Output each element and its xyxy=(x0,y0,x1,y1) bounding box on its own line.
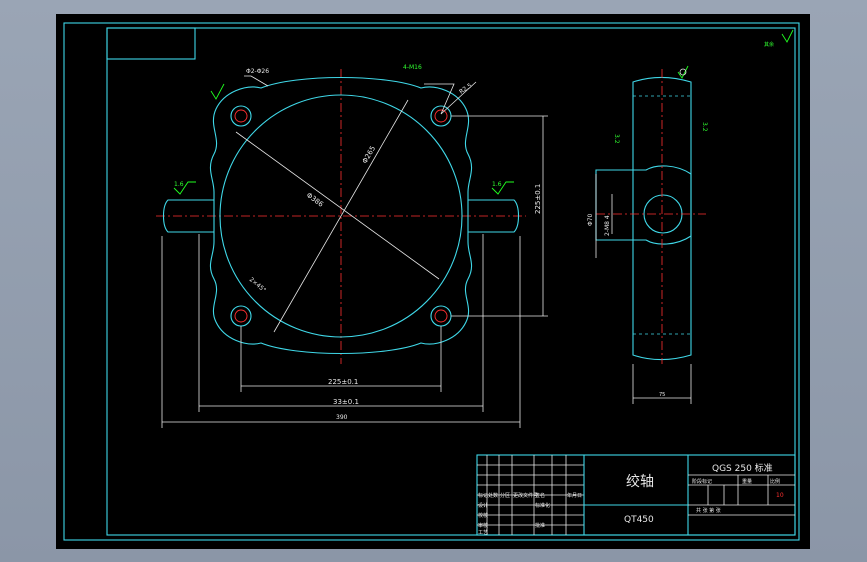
angle-label: 2×45° xyxy=(248,276,267,294)
scale-mark: 10 xyxy=(776,492,784,499)
svg-text:年月日: 年月日 xyxy=(567,492,582,499)
bore-dia-label: Φ265 xyxy=(361,145,377,165)
bolt-spacing-h-label: 225±0.1 xyxy=(328,378,358,386)
material-label: QT450 xyxy=(624,515,654,525)
svg-text:3.2: 3.2 xyxy=(613,134,620,144)
corner-box xyxy=(106,27,196,60)
svg-text:标记: 标记 xyxy=(478,492,488,499)
svg-text:共 张 第 张: 共 张 第 张 xyxy=(696,507,721,514)
outer-span-label: 33±0.1 xyxy=(333,398,359,406)
overall-width-label: 390 xyxy=(336,414,348,421)
svg-text:其余: 其余 xyxy=(764,41,774,48)
left-shaft-stub xyxy=(162,199,214,233)
chamfer-label: R2.5 xyxy=(458,82,473,96)
svg-text:重量: 重量 xyxy=(742,478,752,485)
svg-text:处数: 处数 xyxy=(488,492,498,499)
bolt-circle-label: Φ386 xyxy=(305,191,325,209)
svg-text:批准: 批准 xyxy=(535,522,545,529)
top-mark-label: 4-M16 xyxy=(403,64,422,71)
shaft-dia-label: Φ70 xyxy=(587,213,594,226)
part-name: 绞轴 xyxy=(626,473,654,490)
svg-text:审核: 审核 xyxy=(478,522,488,529)
hole-depth-label: 2-M8 4 xyxy=(604,215,611,236)
front-view: Φ386 Φ265 225±0.1 33±0.1 390 225±0.1 Φ2-… xyxy=(156,29,794,428)
svg-text:1.6: 1.6 xyxy=(174,181,184,188)
bolt-spacing-v-label: 225±0.1 xyxy=(534,184,542,214)
title-block: 标记 处数 分区 更改文件号 签名 年月日 设计 校核 审核 工艺 标准化 批准… xyxy=(476,454,796,536)
svg-text:比例: 比例 xyxy=(770,478,780,485)
svg-text:工艺: 工艺 xyxy=(478,530,488,536)
side-view: Φ70 2-M8 4 75 3.2 3.2 xyxy=(587,65,708,404)
corner-mark-label: Φ2-Φ26 xyxy=(246,68,269,75)
svg-text:3.2: 3.2 xyxy=(701,122,708,132)
svg-text:签名: 签名 xyxy=(535,492,545,499)
inner-frame xyxy=(106,27,796,536)
roughness-symbols: 1.6 1.6 其余 xyxy=(173,29,794,195)
standard-title: QGS 250 标准 xyxy=(712,462,773,474)
side-thk-label: 75 xyxy=(659,392,665,398)
svg-text:标准化: 标准化 xyxy=(535,502,550,509)
svg-text:设计: 设计 xyxy=(478,502,488,509)
svg-text:阶段标记: 阶段标记 xyxy=(692,478,712,485)
svg-text:1.6: 1.6 xyxy=(492,181,502,188)
cad-drawing-sheet: Φ386 Φ265 225±0.1 33±0.1 390 225±0.1 Φ2-… xyxy=(56,14,810,549)
diameter-leader xyxy=(235,131,440,280)
cad-drawing: Φ386 Φ265 225±0.1 33±0.1 390 225±0.1 Φ2-… xyxy=(63,22,800,541)
outer-frame xyxy=(63,22,800,541)
svg-text:分区: 分区 xyxy=(500,492,510,499)
svg-text:校核: 校核 xyxy=(478,512,488,519)
